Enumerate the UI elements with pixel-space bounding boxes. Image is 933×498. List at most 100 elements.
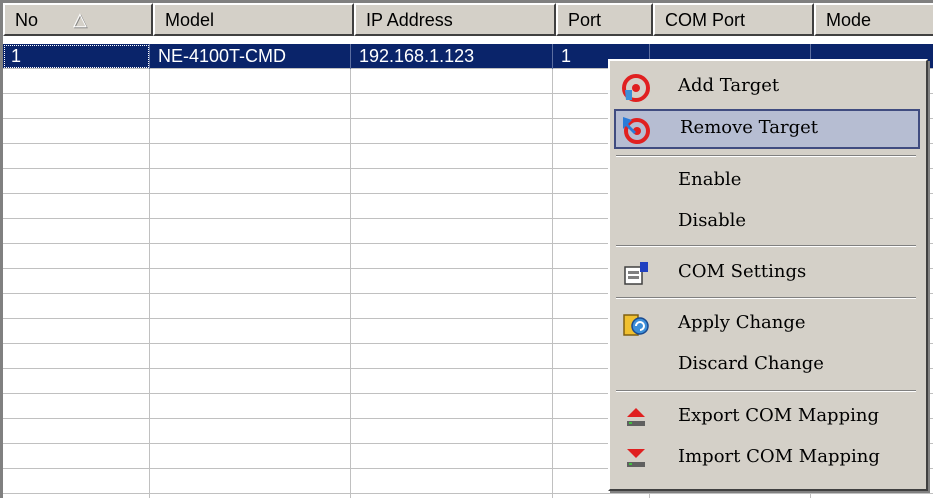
column-header-label: Model: [165, 10, 215, 30]
com-settings-icon: [624, 262, 648, 285]
table-cell: [150, 94, 351, 119]
table-cell: [150, 344, 351, 369]
table-cell: [150, 219, 351, 244]
menu-separator: [616, 297, 916, 299]
column-header-label: No: [15, 10, 39, 30]
add-target-icon: [622, 74, 650, 102]
table-cell: [3, 194, 150, 219]
table-cell: [351, 444, 553, 469]
menu-item-import-com-mapping[interactable]: Import COM Mapping: [614, 438, 920, 478]
menu-item-apply-change[interactable]: Apply Change: [614, 304, 920, 344]
menu-separator: [616, 155, 916, 157]
export-icon: [627, 408, 645, 426]
column-header-model[interactable]: Model: [153, 3, 354, 36]
menu-item-label: Add Target: [678, 75, 780, 96]
table-cell: [351, 219, 553, 244]
menu-separator: [616, 245, 916, 247]
table-cell: [150, 469, 351, 494]
table-cell: [3, 69, 150, 94]
table-cell: [3, 244, 150, 269]
table-cell: [351, 294, 553, 319]
cell-model: NE-4100T-CMD: [150, 44, 351, 69]
table-cell: [3, 269, 150, 294]
menu-item-disable[interactable]: Disable: [614, 202, 920, 242]
import-icon: [627, 449, 645, 467]
table-cell: [3, 144, 150, 169]
sort-ascending-icon: △: [73, 9, 87, 29]
context-menu: Add Target Remove Target Enable Disable …: [608, 59, 928, 491]
list-header: No △ Model IP Address Port COM Port Mode: [3, 3, 933, 36]
table-cell: [150, 494, 351, 498]
table-cell: [150, 319, 351, 344]
table-cell: [3, 394, 150, 419]
menu-item-label: Disable: [678, 210, 747, 231]
table-cell: [351, 369, 553, 394]
menu-separator: [616, 390, 916, 392]
table-cell: [3, 219, 150, 244]
menu-item-label: Apply Change: [678, 312, 806, 333]
table-cell: [351, 419, 553, 444]
column-header-no[interactable]: No △: [3, 3, 153, 36]
column-header-port[interactable]: Port: [556, 3, 653, 36]
menu-item-label: Remove Target: [680, 117, 819, 138]
table-cell: [351, 494, 553, 498]
table-cell: [351, 169, 553, 194]
table-cell: [811, 494, 933, 498]
table-cell: [3, 369, 150, 394]
table-cell: [351, 244, 553, 269]
table-cell: [351, 94, 553, 119]
table-cell: [150, 144, 351, 169]
column-header-ip-address[interactable]: IP Address: [354, 3, 556, 36]
table-row[interactable]: [3, 494, 933, 498]
table-cell: [150, 419, 351, 444]
table-cell: [3, 94, 150, 119]
table-cell: [150, 244, 351, 269]
table-cell: [351, 194, 553, 219]
table-cell: [3, 469, 150, 494]
table-cell: [351, 319, 553, 344]
table-cell: [150, 69, 351, 94]
table-cell: [150, 269, 351, 294]
cell-no: 1: [3, 44, 150, 69]
menu-item-label: COM Settings: [678, 261, 807, 282]
menu-item-enable[interactable]: Enable: [614, 161, 920, 201]
menu-item-add-target[interactable]: Add Target: [614, 67, 920, 107]
table-cell: [3, 419, 150, 444]
table-cell: [351, 269, 553, 294]
column-header-mode[interactable]: Mode: [814, 3, 933, 36]
table-cell: [150, 294, 351, 319]
column-header-label: Mode: [826, 10, 872, 30]
menu-item-remove-target[interactable]: Remove Target: [614, 109, 920, 149]
table-cell: [351, 344, 553, 369]
table-cell: [150, 369, 351, 394]
table-cell: [351, 394, 553, 419]
column-header-label: COM Port: [665, 10, 746, 30]
menu-item-com-settings[interactable]: COM Settings: [614, 253, 920, 293]
table-cell: [351, 119, 553, 144]
table-cell: [3, 319, 150, 344]
table-cell: [3, 169, 150, 194]
menu-item-export-com-mapping[interactable]: Export COM Mapping: [614, 397, 920, 437]
table-cell: [150, 444, 351, 469]
menu-item-label: Enable: [678, 169, 742, 190]
menu-item-discard-change[interactable]: Discard Change: [614, 345, 920, 385]
cell-ip-address: 192.168.1.123: [351, 44, 553, 69]
column-header-com-port[interactable]: COM Port: [653, 3, 814, 36]
table-cell: [650, 494, 811, 498]
table-cell: [3, 119, 150, 144]
remove-target-icon: [623, 117, 650, 144]
table-cell: [351, 469, 553, 494]
table-cell: [150, 119, 351, 144]
table-cell: [3, 344, 150, 369]
menu-item-label: Export COM Mapping: [678, 405, 879, 426]
table-cell: [3, 294, 150, 319]
table-cell: [150, 194, 351, 219]
column-header-label: Port: [568, 10, 602, 30]
table-cell: [351, 144, 553, 169]
apply-change-icon: [623, 314, 649, 336]
column-header-label: IP Address: [366, 10, 453, 30]
menu-item-label: Discard Change: [678, 353, 824, 374]
table-cell: [150, 169, 351, 194]
table-cell: [553, 494, 650, 498]
table-cell: [3, 444, 150, 469]
